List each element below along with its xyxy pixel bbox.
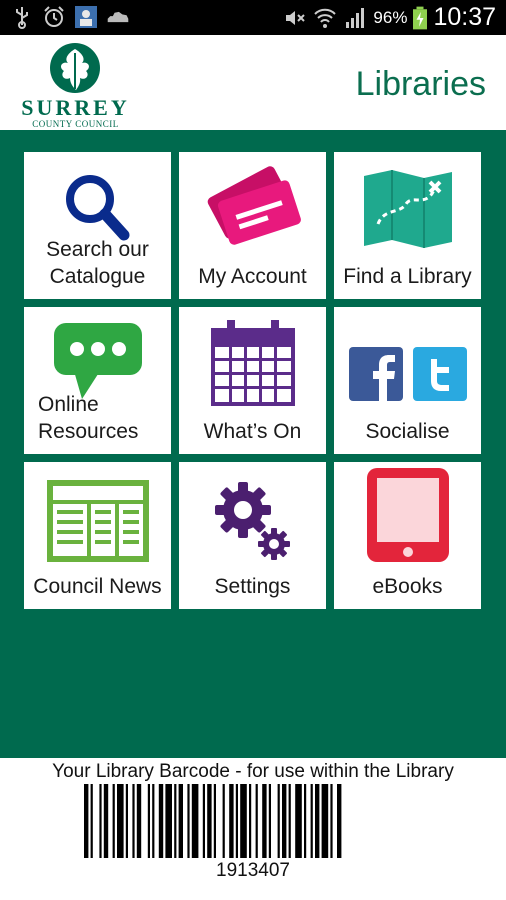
menu-panel: Search our Catalogue My Account Find a L… (0, 130, 506, 758)
signal-icon (346, 7, 365, 28)
barcode-bar (310, 784, 313, 858)
map-icon (363, 170, 452, 248)
barcode-number: 1913407 (216, 860, 290, 881)
tile-label: Online Resources (38, 393, 139, 443)
tile-label: What’s On (203, 420, 302, 443)
gears-icon (214, 482, 290, 560)
barcode-bar (330, 784, 333, 858)
barcode-bar (282, 784, 287, 858)
barcode-bar (249, 784, 252, 858)
barcode-bar (174, 784, 177, 858)
barcode-bar (262, 784, 267, 858)
tile-my-account[interactable]: My Account (179, 152, 326, 299)
barcode-bar (235, 784, 238, 858)
tile-search-catalogue[interactable]: Search our Catalogue (24, 152, 171, 299)
barcode-bar (152, 784, 155, 858)
barcode-bar (337, 784, 342, 858)
tablet-icon (366, 468, 449, 562)
clock: 10:37 (433, 3, 496, 31)
usb-icon (16, 7, 28, 29)
facebook-icon (348, 347, 403, 401)
tile-ebooks[interactable]: eBooks (334, 462, 481, 609)
barcode-bar (178, 784, 183, 858)
tile-label: Find a Library (343, 265, 472, 288)
tile-label: Council News (33, 575, 162, 598)
barcode-bar (268, 784, 271, 858)
barcode-bar (125, 784, 128, 858)
barcode-bar (84, 784, 89, 858)
barcode-bar (147, 784, 150, 858)
calendar-icon (210, 320, 295, 406)
barcode-bar (187, 784, 190, 858)
barcode-bar (213, 784, 216, 858)
battery-percent: 96% (373, 7, 408, 27)
logo-subtitle: COUNTY COUNCIL (32, 119, 119, 129)
barcode-bar (222, 784, 225, 858)
tile-find-library[interactable]: Find a Library (334, 152, 481, 299)
tile-label: Socialise (365, 420, 450, 443)
cloud-icon (107, 11, 129, 23)
app-header: SURREY COUNTY COUNCIL Libraries (0, 35, 506, 130)
twitter-icon (412, 347, 467, 401)
wifi-icon (314, 8, 337, 28)
barcode-bar (288, 784, 291, 858)
barcode-bar (99, 784, 102, 858)
menu-grid: Search our Catalogue My Account Find a L… (24, 152, 482, 609)
tile-label: Search our Catalogue (46, 238, 149, 288)
barcode-bar (255, 784, 258, 858)
barcode-bar (321, 784, 329, 858)
mute-icon (286, 10, 306, 25)
barcode-bar (117, 784, 124, 858)
barcode-bar (202, 784, 205, 858)
newspaper-icon (46, 480, 149, 562)
barcode-bar (315, 784, 320, 858)
tile-label: My Account (198, 265, 307, 288)
logo-name: SURREY (21, 95, 130, 120)
barcode-bar (191, 784, 199, 858)
barcode-bar (158, 784, 164, 858)
tile-council-news[interactable]: Council News (24, 462, 171, 609)
app-notification-icon (75, 6, 97, 28)
tile-socialise[interactable]: Socialise (334, 307, 481, 454)
page-title: Libraries (355, 65, 486, 103)
barcode-bar (240, 784, 247, 858)
barcode-bar (277, 784, 280, 858)
barcode-bar (207, 784, 212, 858)
barcode-bar (112, 784, 115, 858)
oak-leaf-icon (50, 43, 100, 93)
barcode-bar (136, 784, 142, 858)
surrey-logo: SURREY COUNTY COUNCIL (18, 41, 133, 129)
barcode-bar (165, 784, 172, 858)
barcode-bar (90, 784, 93, 858)
barcode-bar (103, 784, 109, 858)
alarm-icon (44, 6, 64, 27)
barcode-caption: Your Library Barcode - for use within th… (52, 761, 454, 782)
chat-bubble-icon (53, 323, 142, 399)
battery-icon (413, 6, 428, 29)
tile-label: Settings (214, 575, 291, 598)
barcode-bar (132, 784, 135, 858)
barcode-bar (229, 784, 234, 858)
status-bar: 96% 10:37 (0, 0, 506, 35)
library-barcode-section: Your Library Barcode - for use within th… (0, 758, 506, 900)
barcode-image (84, 784, 342, 858)
tile-whats-on[interactable]: What’s On (179, 307, 326, 454)
tile-settings[interactable]: Settings (179, 462, 326, 609)
tile-label: eBooks (372, 575, 443, 598)
tile-online-resources[interactable]: Online Resources (24, 307, 171, 454)
barcode-bar (304, 784, 307, 858)
barcode-bar (295, 784, 302, 858)
cards-icon (207, 165, 301, 245)
